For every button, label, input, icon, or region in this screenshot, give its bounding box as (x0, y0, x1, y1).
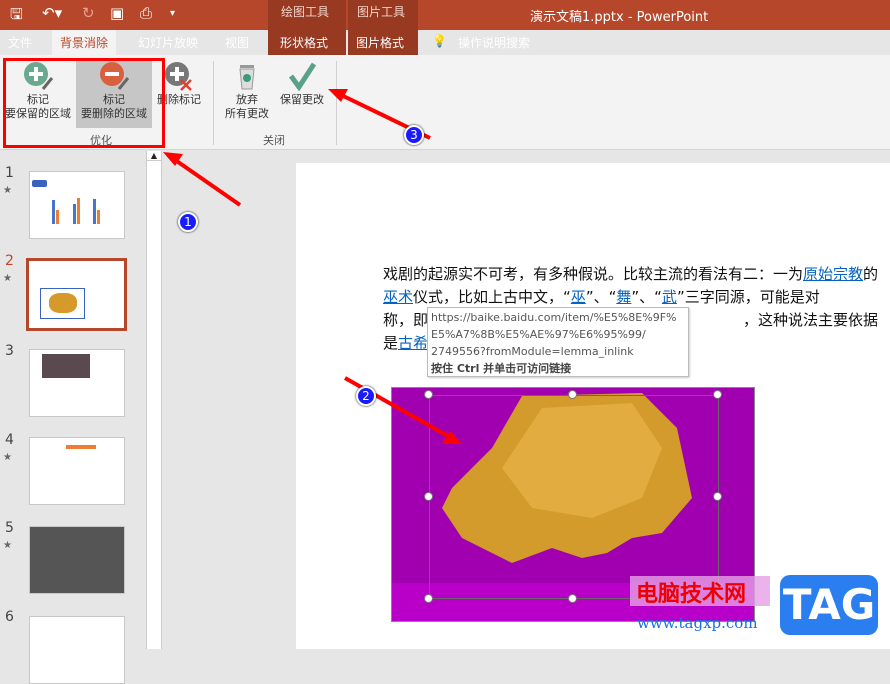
annotation-badge: 2 (356, 386, 376, 406)
annotation-badge: 1 (178, 212, 198, 232)
annotation-badge: 3 (404, 125, 424, 145)
tag-logo: TAG (780, 575, 878, 635)
annotation-arrows (163, 89, 462, 444)
watermark-url: www.tagxp.com (637, 614, 758, 632)
watermark-text: 电脑技术网 (630, 576, 770, 607)
arrow-1 (166, 153, 242, 207)
